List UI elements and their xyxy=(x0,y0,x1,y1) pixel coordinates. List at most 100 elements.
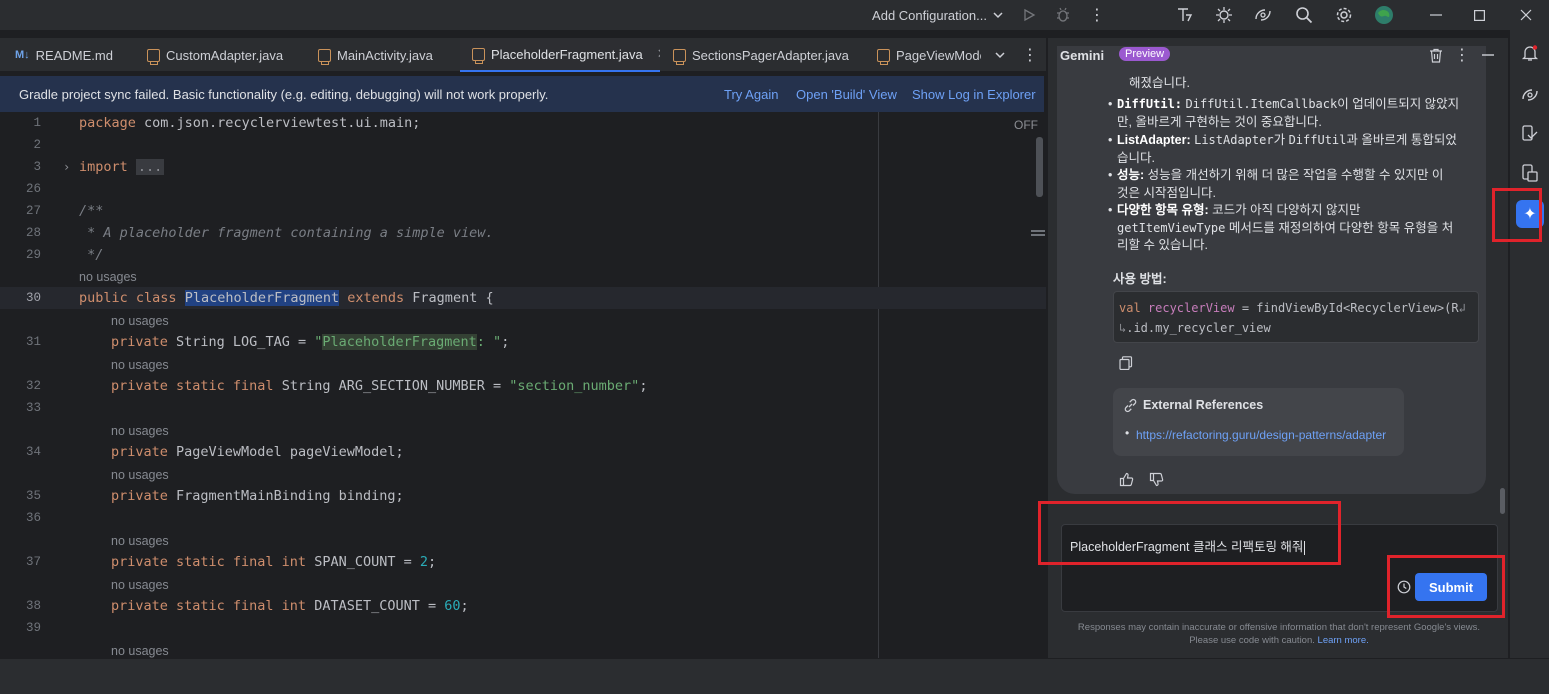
android-sync-icon xyxy=(1522,89,1538,101)
clear-chat-button[interactable] xyxy=(1426,45,1446,65)
minimize-window-button[interactable] xyxy=(1424,0,1448,30)
response-bullet-item-types: • 다양한 항목 유형: 코드가 아직 다양하지 않지만 getItemView… xyxy=(1108,202,1486,255)
bullet-text: 메서드를 재정의하여 다양한 항목 유형을 처 xyxy=(1225,220,1454,235)
usages-hint[interactable]: no usages xyxy=(111,354,169,376)
account-button[interactable] xyxy=(1373,0,1395,30)
code-line: 32 private static final String ARG_SECTI… xyxy=(0,375,1046,397)
line-number: 27 xyxy=(25,204,41,218)
code-editor[interactable]: OFF 1 package com.json.recyclerviewtest.… xyxy=(0,112,1046,658)
vertical-dots-icon: ⋮ xyxy=(1089,7,1105,24)
gemini-tool-button[interactable]: ✦ xyxy=(1516,200,1544,228)
usages-hint[interactable]: no usages xyxy=(79,266,137,288)
keyword: package xyxy=(79,115,136,131)
tab-options-button[interactable]: ⋮ xyxy=(1018,38,1042,72)
code-text: import ... xyxy=(79,156,165,178)
external-reference-link[interactable]: https://refactoring.guru/design-patterns… xyxy=(1136,428,1386,442)
try-again-link[interactable]: Try Again xyxy=(724,87,778,102)
thumbs-down-icon[interactable] xyxy=(1149,472,1164,487)
device-manager-button[interactable] xyxy=(1252,0,1274,30)
selected-class-name: PlaceholderFragment xyxy=(184,290,340,306)
java-file-icon xyxy=(318,48,331,65)
thumbs-up-icon[interactable] xyxy=(1119,472,1134,487)
text-caret xyxy=(1304,540,1306,555)
right-tool-strip: ✦ xyxy=(1509,30,1549,658)
line-number: 35 xyxy=(25,489,41,503)
tab-main-activity[interactable]: MainActivity.java xyxy=(318,38,458,72)
comment-text: */ xyxy=(79,247,104,263)
close-tab-icon[interactable]: ✕ xyxy=(657,46,660,62)
more-tabs-button[interactable] xyxy=(988,38,1012,72)
bullet-dot: • xyxy=(1108,97,1113,111)
maximize-window-button[interactable] xyxy=(1467,0,1491,30)
chat-scrollbar[interactable] xyxy=(1500,488,1505,514)
usages-hint[interactable]: no usages xyxy=(111,420,169,442)
app-inspection-button[interactable] xyxy=(1213,0,1235,30)
code-text: private PageViewModel pageViewModel; xyxy=(111,441,404,463)
prompt-input-box[interactable]: PlaceholderFragment 클래스 리팩토링 해줘 Submit xyxy=(1061,524,1498,612)
usages-hint[interactable]: no usages xyxy=(111,530,169,552)
keyword: private xyxy=(111,488,168,504)
debug-button[interactable] xyxy=(1053,0,1073,30)
notifications-button[interactable] xyxy=(1519,42,1541,64)
disclaimer-text: Responses may contain inaccurate or offe… xyxy=(1077,622,1481,646)
usages-hint[interactable]: no usages xyxy=(111,310,169,332)
close-window-button[interactable] xyxy=(1514,0,1538,30)
code-token: ; xyxy=(639,378,648,394)
code-snippet-block[interactable]: val recyclerView = findViewById<Recycler… xyxy=(1113,291,1479,343)
copy-icon[interactable] xyxy=(1119,356,1133,370)
bullet-term: 성능: xyxy=(1117,168,1145,182)
tab-page-view-model[interactable]: PageViewMode xyxy=(877,38,981,72)
keyword: public class xyxy=(79,290,177,306)
fold-chevron-icon[interactable]: › xyxy=(63,156,70,178)
java-file-icon xyxy=(673,48,686,65)
usage-heading: 사용 방법: xyxy=(1113,272,1167,286)
prompt-input[interactable]: PlaceholderFragment 클래스 리팩토링 해줘 xyxy=(1070,536,1306,555)
number-literal: 2 xyxy=(419,554,429,570)
run-configuration-dropdown[interactable]: Add Configuration... xyxy=(870,0,1005,30)
run-button[interactable] xyxy=(1019,0,1039,30)
settings-button[interactable] xyxy=(1333,0,1355,30)
vertical-dots-icon: ⋮ xyxy=(1022,47,1038,64)
code-token: PageViewModel pageViewModel; xyxy=(167,444,404,460)
collapsed-imports[interactable]: ... xyxy=(135,159,165,175)
panel-options-button[interactable]: ⋮ xyxy=(1452,45,1472,65)
status-bar xyxy=(0,658,1549,694)
open-build-view-link[interactable]: Open 'Build' View xyxy=(796,87,897,102)
android-sync-icon xyxy=(1255,9,1271,21)
hide-panel-button[interactable] xyxy=(1478,45,1498,65)
tab-readme[interactable]: M↓ README.md xyxy=(15,38,135,72)
device-explorer-tool[interactable] xyxy=(1519,162,1541,184)
usages-hint[interactable]: no usages xyxy=(111,640,169,658)
usages-hint[interactable]: no usages xyxy=(111,464,169,486)
tab-placeholder-fragment[interactable]: PlaceholderFragment.java ✕ xyxy=(460,38,660,72)
variable-name: recyclerView xyxy=(1140,301,1235,315)
tab-sections-pager-adapter[interactable]: SectionsPagerAdapter.java xyxy=(673,38,863,72)
bullet-text: 이 업데이트되지 않았지 xyxy=(1337,97,1460,111)
code-text: private FragmentMainBinding binding; xyxy=(111,485,404,507)
line-number: 3 xyxy=(33,160,41,174)
string-literal-highlight: PlaceholderFragment xyxy=(322,334,477,350)
device-manager-tool[interactable] xyxy=(1519,84,1541,106)
maximize-icon xyxy=(1473,9,1485,21)
gemini-panel-header: Gemini Preview ⋮ xyxy=(1048,38,1509,72)
more-actions-button[interactable]: ⋮ xyxy=(1087,0,1107,30)
usages-hint[interactable]: no usages xyxy=(111,574,169,596)
keyword: private static final int xyxy=(111,554,307,570)
search-everywhere-button[interactable] xyxy=(1293,0,1315,30)
inline-code: DiffUtil xyxy=(1288,133,1347,147)
tb-tool-1-button[interactable] xyxy=(1174,0,1196,30)
history-icon[interactable] xyxy=(1397,580,1411,594)
bullet-text: 코드가 아직 다양하지 않지만 xyxy=(1212,203,1361,217)
submit-button[interactable]: Submit xyxy=(1415,573,1487,601)
tab-custom-adapter[interactable]: CustomAdapter.java xyxy=(147,38,307,72)
prompt-input-value: PlaceholderFragment 클래스 리팩토링 해줘 xyxy=(1070,540,1304,554)
running-devices-tool[interactable] xyxy=(1519,123,1541,145)
code-text: private static final String ARG_SECTION_… xyxy=(111,375,647,397)
external-references-title: External References xyxy=(1143,398,1264,412)
code-token: = findViewById<RecyclerView>(R xyxy=(1234,301,1459,315)
learn-more-link[interactable]: Learn more. xyxy=(1318,635,1369,646)
show-log-link[interactable]: Show Log in Explorer xyxy=(912,87,1036,102)
sparkle-icon: ✦ xyxy=(1523,206,1537,223)
trash-icon xyxy=(1430,48,1442,63)
bullet-dot: • xyxy=(1125,426,1130,440)
